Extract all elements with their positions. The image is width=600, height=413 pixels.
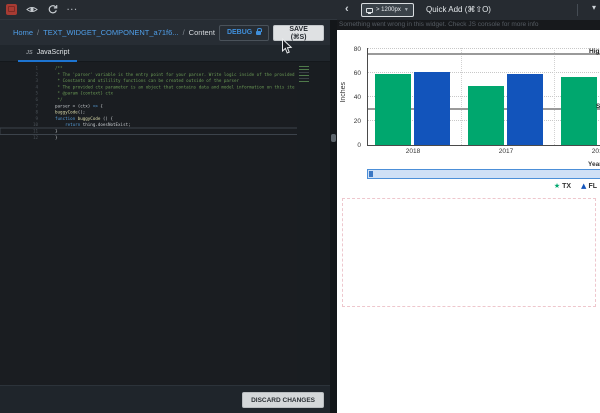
- gridline-horizontal: [368, 72, 600, 73]
- code-token: * @param {context} ctx: [55, 91, 113, 96]
- code-token: buggyCode: [78, 116, 101, 121]
- minimap[interactable]: [297, 62, 330, 385]
- code-token: {: [98, 103, 103, 108]
- minimap-marks: [298, 64, 310, 84]
- chart-range-slider[interactable]: [367, 169, 600, 179]
- legend-label: FL: [588, 183, 597, 190]
- code-token: * The provided ctx parameter is an objec…: [55, 84, 295, 89]
- chart-legend: ★TX ▲FL: [554, 182, 597, 190]
- reference-line: [368, 53, 600, 55]
- legend-item-tx[interactable]: ★TX: [554, 182, 571, 190]
- breadcrumb-actions: DEBUG SAVE (⌘S): [219, 25, 324, 41]
- reference-line-label: S: [596, 103, 600, 110]
- code-line[interactable]: 12}: [0, 134, 330, 140]
- preview-eye-button[interactable]: [26, 5, 38, 14]
- code-token: }: [55, 135, 58, 140]
- ellipsis-icon: ···: [67, 5, 78, 14]
- code-token: return: [55, 122, 80, 127]
- code-token: () {: [100, 116, 113, 121]
- panel-splitter[interactable]: [330, 20, 337, 413]
- x-tick-label: 2017: [499, 148, 513, 155]
- chevron-down-icon: ▼: [404, 7, 409, 13]
- code-token: ();: [78, 110, 86, 115]
- x-axis-labels: 2018 2017 2016: [367, 148, 600, 158]
- empty-widget-placeholder: [342, 198, 596, 307]
- breadcrumb-component[interactable]: TEXT_WIDGET_COMPONENT_a71f6...: [43, 28, 178, 37]
- header-divider: [577, 4, 578, 16]
- code-token: thing.doesNotExist;: [80, 122, 130, 127]
- code-token: function: [55, 116, 78, 121]
- more-options-button[interactable]: ···: [67, 5, 78, 14]
- legend-label: TX: [562, 183, 571, 190]
- code-token: */: [55, 97, 63, 102]
- breadcrumb-separator: /: [183, 28, 185, 37]
- back-button[interactable]: ‹: [345, 2, 349, 16]
- app-logo-icon[interactable]: [6, 4, 17, 15]
- monitor-icon: [366, 8, 373, 13]
- breadcrumb-separator: /: [37, 28, 39, 37]
- reference-line-label: Highest: [589, 48, 600, 55]
- debug-button[interactable]: DEBUG: [219, 25, 269, 41]
- chart-plot: Highest S: [367, 48, 600, 146]
- debug-button-label: DEBUG: [227, 29, 252, 36]
- star-marker-icon: ★: [554, 182, 560, 190]
- preview-header: ‹ > 1200px ▼ Quick Add (⌘⇧O) ▾: [337, 0, 600, 20]
- x-tick-label: 2016: [592, 148, 600, 155]
- line-number: 12: [0, 134, 38, 140]
- code-editor[interactable]: 1/**2 * The 'parser' variable is the ent…: [0, 62, 330, 385]
- code-token: parser = (ctx): [55, 103, 93, 108]
- bar-fl-2018[interactable]: [414, 72, 450, 145]
- y-tick-label: 60: [354, 70, 361, 77]
- bar-tx-2016[interactable]: [561, 77, 597, 145]
- tab-javascript-label: JavaScript: [37, 49, 70, 56]
- code-token: * The 'parser' variable is the entry poi…: [55, 72, 295, 77]
- legend-item-fl[interactable]: ▲FL: [581, 182, 597, 190]
- code-token: buggyCode: [55, 110, 78, 115]
- error-banner: Something went wrong in this widget. Che…: [337, 20, 600, 30]
- code-token: /**: [55, 66, 63, 71]
- editor-panel: ··· Home / TEXT_WIDGET_COMPONENT_a71f6..…: [0, 0, 337, 413]
- chevron-left-icon: ‹: [345, 3, 349, 15]
- code-token: * Constants and utilility functions can …: [55, 78, 239, 83]
- refresh-button[interactable]: [47, 4, 58, 15]
- gridline-vertical: [461, 48, 462, 145]
- code-token: }: [55, 128, 58, 133]
- y-tick-label: 40: [354, 94, 361, 101]
- splitter-handle-icon[interactable]: [331, 134, 336, 142]
- lock-icon: [256, 31, 261, 35]
- breadcrumb-current: Content: [189, 28, 215, 37]
- bar-tx-2017[interactable]: [468, 86, 504, 145]
- bar-chart: Highest S 2018 2017 2016 Year: [367, 40, 600, 175]
- gridline-horizontal: [368, 48, 600, 49]
- breadcrumb-home[interactable]: Home: [13, 28, 33, 37]
- preview-panel: ‹ > 1200px ▼ Quick Add (⌘⇧O) ▾ Something…: [337, 0, 600, 413]
- x-axis-title: Year: [588, 161, 600, 168]
- triangle-marker-icon: ▲: [581, 182, 586, 190]
- y-tick-label: 0: [357, 142, 361, 149]
- bar-tx-2018[interactable]: [375, 74, 411, 145]
- slider-handle[interactable]: [369, 171, 373, 177]
- bar-fl-2017[interactable]: [507, 74, 543, 145]
- app-logo-glyph: [8, 6, 15, 12]
- x-tick-label: 2018: [406, 148, 420, 155]
- refresh-icon: [47, 4, 58, 15]
- viewport-size-value: > 1200px: [376, 7, 401, 13]
- preview-body: Inches 020406080 HighestS 201820172016 Y…: [337, 30, 600, 413]
- viewport-size-dropdown[interactable]: > 1200px ▼: [361, 3, 414, 17]
- y-tick-label: 80: [354, 46, 361, 53]
- y-axis-ticks: 0 20 40 60 80: [337, 48, 364, 146]
- eye-icon: [26, 5, 38, 14]
- code-lines: 1/**2 * The 'parser' variable is the ent…: [0, 62, 330, 385]
- mouse-cursor: [281, 38, 293, 56]
- editor-footer: DISCARD CHANGES: [0, 385, 330, 413]
- tab-javascript[interactable]: JS JavaScript: [18, 45, 77, 62]
- chevron-down-icon: ▾: [592, 3, 596, 12]
- discard-changes-button[interactable]: DISCARD CHANGES: [242, 392, 324, 408]
- javascript-icon: JS: [26, 50, 33, 56]
- app-window: ··· Home / TEXT_WIDGET_COMPONENT_a71f6..…: [0, 0, 600, 413]
- y-tick-label: 20: [354, 118, 361, 125]
- editor-toolbar: ···: [0, 0, 337, 20]
- gridline-vertical: [554, 48, 555, 145]
- collapse-button[interactable]: ▾: [592, 3, 596, 12]
